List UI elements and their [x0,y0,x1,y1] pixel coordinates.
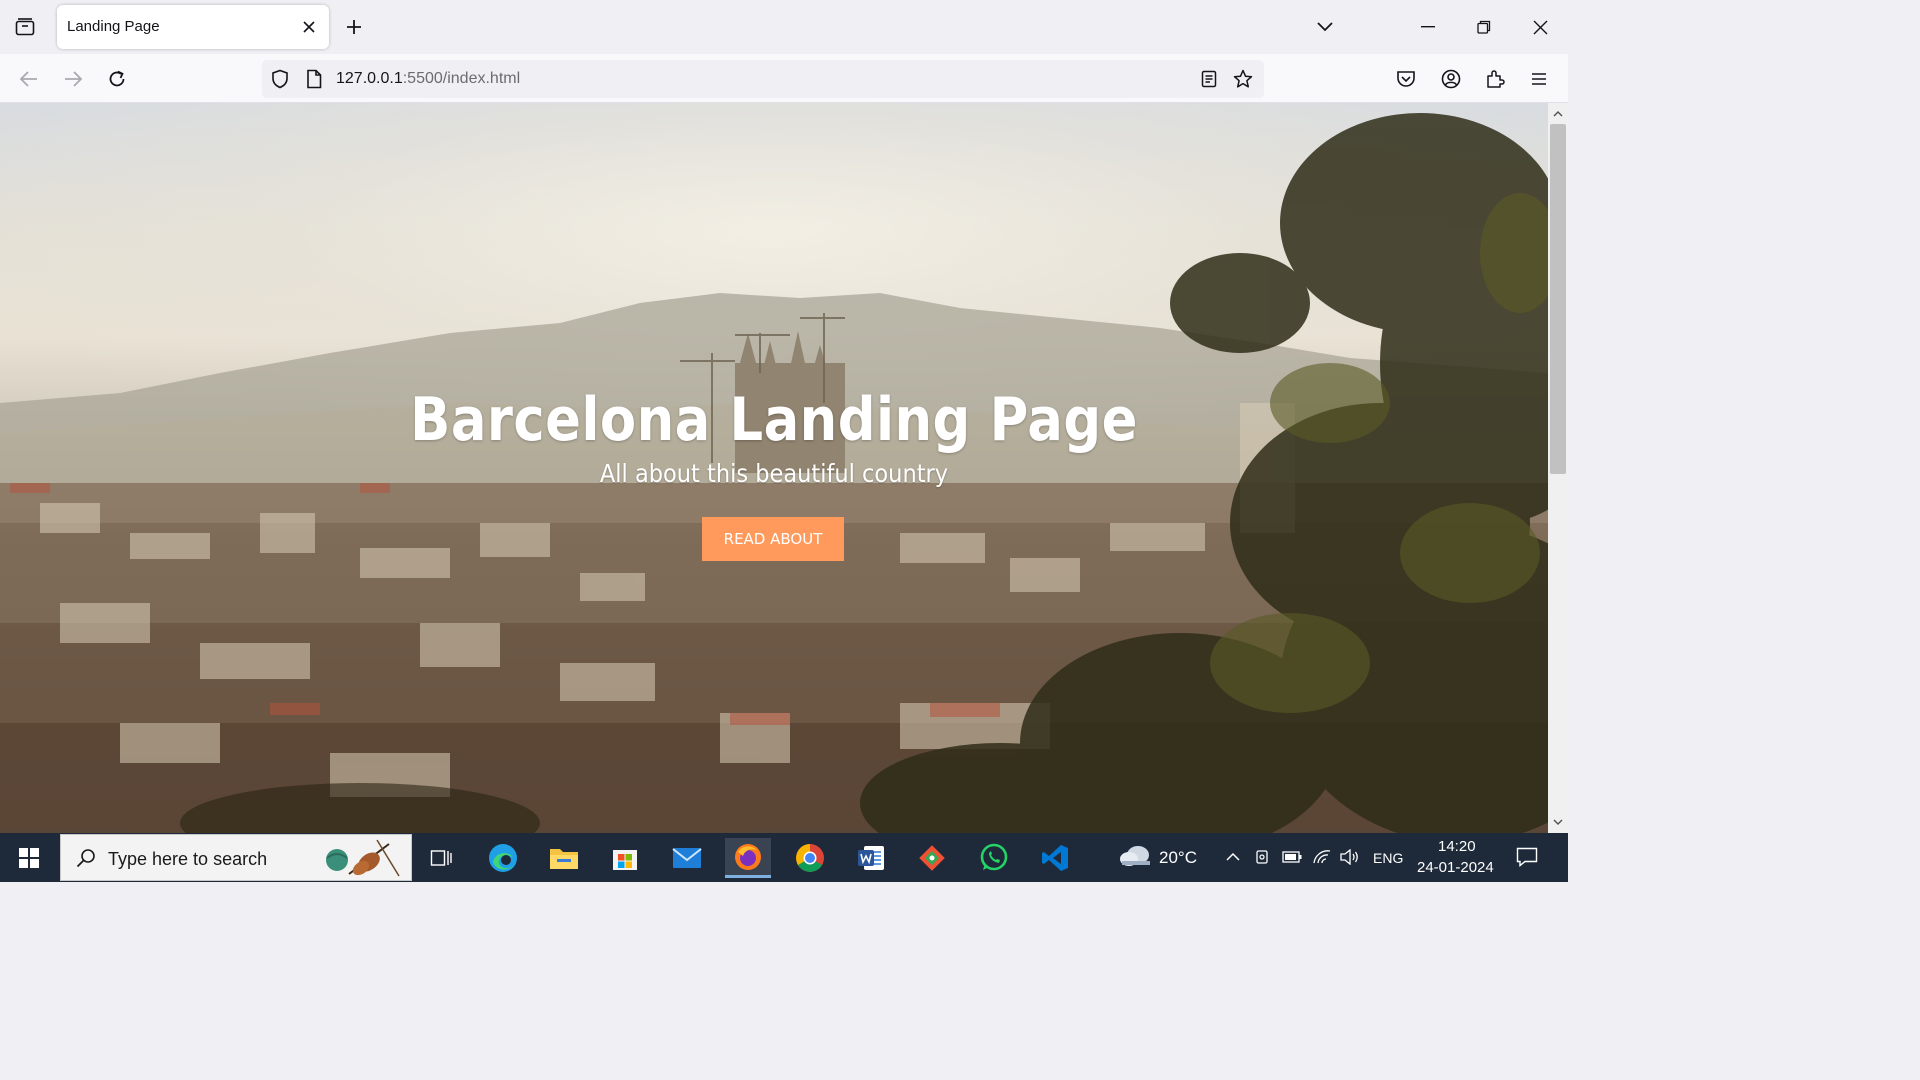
search-highlight-illustration-icon [326,839,400,877]
pocket-button[interactable] [1393,66,1419,92]
mail-icon [672,848,702,868]
word-icon [858,846,884,870]
chrome-icon [796,844,824,872]
chevron-down-icon [1317,22,1333,32]
taskbar-mail[interactable] [664,838,710,878]
store-icon [613,850,637,870]
minimize-button[interactable] [1410,10,1446,44]
hamburger-menu-icon [1532,73,1546,85]
windows-logo-icon [19,847,39,868]
task-view-icon [430,850,452,866]
search-icon [76,849,95,868]
cloudy-weather-icon [1120,846,1150,866]
arrow-right-icon [65,71,82,87]
restore-icon [1477,20,1491,34]
taskbar-microsoft-store[interactable] [602,838,648,878]
start-button[interactable] [0,833,58,882]
edge-icon [489,844,517,872]
extensions-button[interactable] [1482,66,1508,92]
clock-time[interactable]: 14:20 [1438,838,1476,855]
clock-date[interactable]: 24-01-2024 [1417,859,1494,876]
reload-button[interactable] [104,66,130,92]
taskbar-search-box[interactable]: Type here to search [60,834,412,881]
pocket-icon [1397,71,1415,87]
minimize-icon [1421,26,1435,28]
reload-icon [109,70,125,87]
list-all-tabs-button[interactable] [1313,15,1337,39]
taskbar-word[interactable] [848,838,894,878]
windows-taskbar: Type here to search 20°C ENG 14:20 24-01… [0,833,1568,882]
close-tab-button[interactable] [299,17,319,37]
close-icon [303,21,315,33]
folder-icon [550,849,578,869]
input-language[interactable]: ENG [1373,850,1403,866]
tracking-protection-button[interactable] [270,69,290,89]
hero-subtitle: All about this beautiful country [599,459,949,488]
network-status[interactable] [1312,847,1332,867]
volume-control[interactable] [1340,847,1360,867]
plus-icon [347,20,361,34]
taskbar-firefox[interactable] [725,838,771,878]
chevron-up-icon [1553,111,1563,117]
speaker-icon [1340,849,1358,865]
scrollbar-thumb[interactable] [1550,124,1566,474]
tab-strip: Landing Page [0,0,1568,54]
taskbar-whatsapp[interactable] [971,838,1017,878]
camera-icon [1256,850,1268,864]
chevron-down-icon [1553,819,1563,825]
scroll-down-button[interactable] [1550,814,1566,830]
new-tab-button[interactable] [342,15,366,39]
chevron-up-icon [1226,853,1240,861]
address-bar[interactable]: 127.0.0.1:5500/index.html [262,60,1264,98]
meet-now-button[interactable] [1253,847,1273,867]
app-menu-button[interactable] [1526,66,1552,92]
taskbar-chrome[interactable] [787,838,833,878]
account-button[interactable] [1438,66,1464,92]
show-hidden-icons-button[interactable] [1223,847,1243,867]
taskbar-file-explorer[interactable] [541,838,587,878]
forward-button[interactable] [60,66,86,92]
taskbar-vscode[interactable] [1032,838,1078,878]
account-icon [1441,69,1461,89]
battery-status[interactable] [1282,847,1302,867]
vscode-icon [1042,845,1068,871]
back-button[interactable] [16,66,42,92]
restore-button[interactable] [1466,10,1502,44]
read-about-button[interactable]: READ ABOUT [702,517,844,561]
url-text[interactable]: 127.0.0.1:5500/index.html [336,70,520,88]
action-center-button[interactable] [1516,846,1538,868]
tab-landing-page[interactable]: Landing Page [57,5,329,49]
tab-title: Landing Page [67,18,160,35]
page-viewport: Barcelona Landing Page All about this be… [0,103,1548,833]
url-host: 127.0.0.1 [336,70,403,87]
tab-list-button[interactable] [10,13,40,41]
shield-icon [272,69,288,89]
reader-view-icon [1201,70,1217,88]
extensions-icon [1487,70,1505,88]
url-path: :5500/index.html [402,70,521,87]
search-placeholder: Type here to search [108,849,268,869]
arrow-left-icon [20,71,37,87]
close-icon [1533,20,1547,34]
taskbar-git-gui[interactable] [909,838,955,878]
git-icon [919,845,945,871]
notification-icon [1516,847,1538,867]
reader-view-button[interactable] [1199,69,1219,89]
battery-icon [1282,851,1302,863]
navigation-toolbar: 127.0.0.1:5500/index.html [0,54,1568,103]
page-icon [307,69,322,89]
star-icon [1233,69,1253,88]
whatsapp-icon [980,843,1008,871]
wifi-icon [1313,850,1331,864]
bookmark-button[interactable] [1233,69,1253,89]
taskbar-edge[interactable] [480,838,526,878]
site-info-button[interactable] [304,69,324,89]
tab-list-icon [15,18,35,36]
close-window-button[interactable] [1522,10,1558,44]
task-view-button[interactable] [418,838,464,878]
firefox-icon [735,843,761,870]
weather-temperature[interactable]: 20°C [1159,848,1197,868]
scroll-up-button[interactable] [1550,106,1566,122]
hero-title: Barcelona Landing Page [410,385,1138,455]
